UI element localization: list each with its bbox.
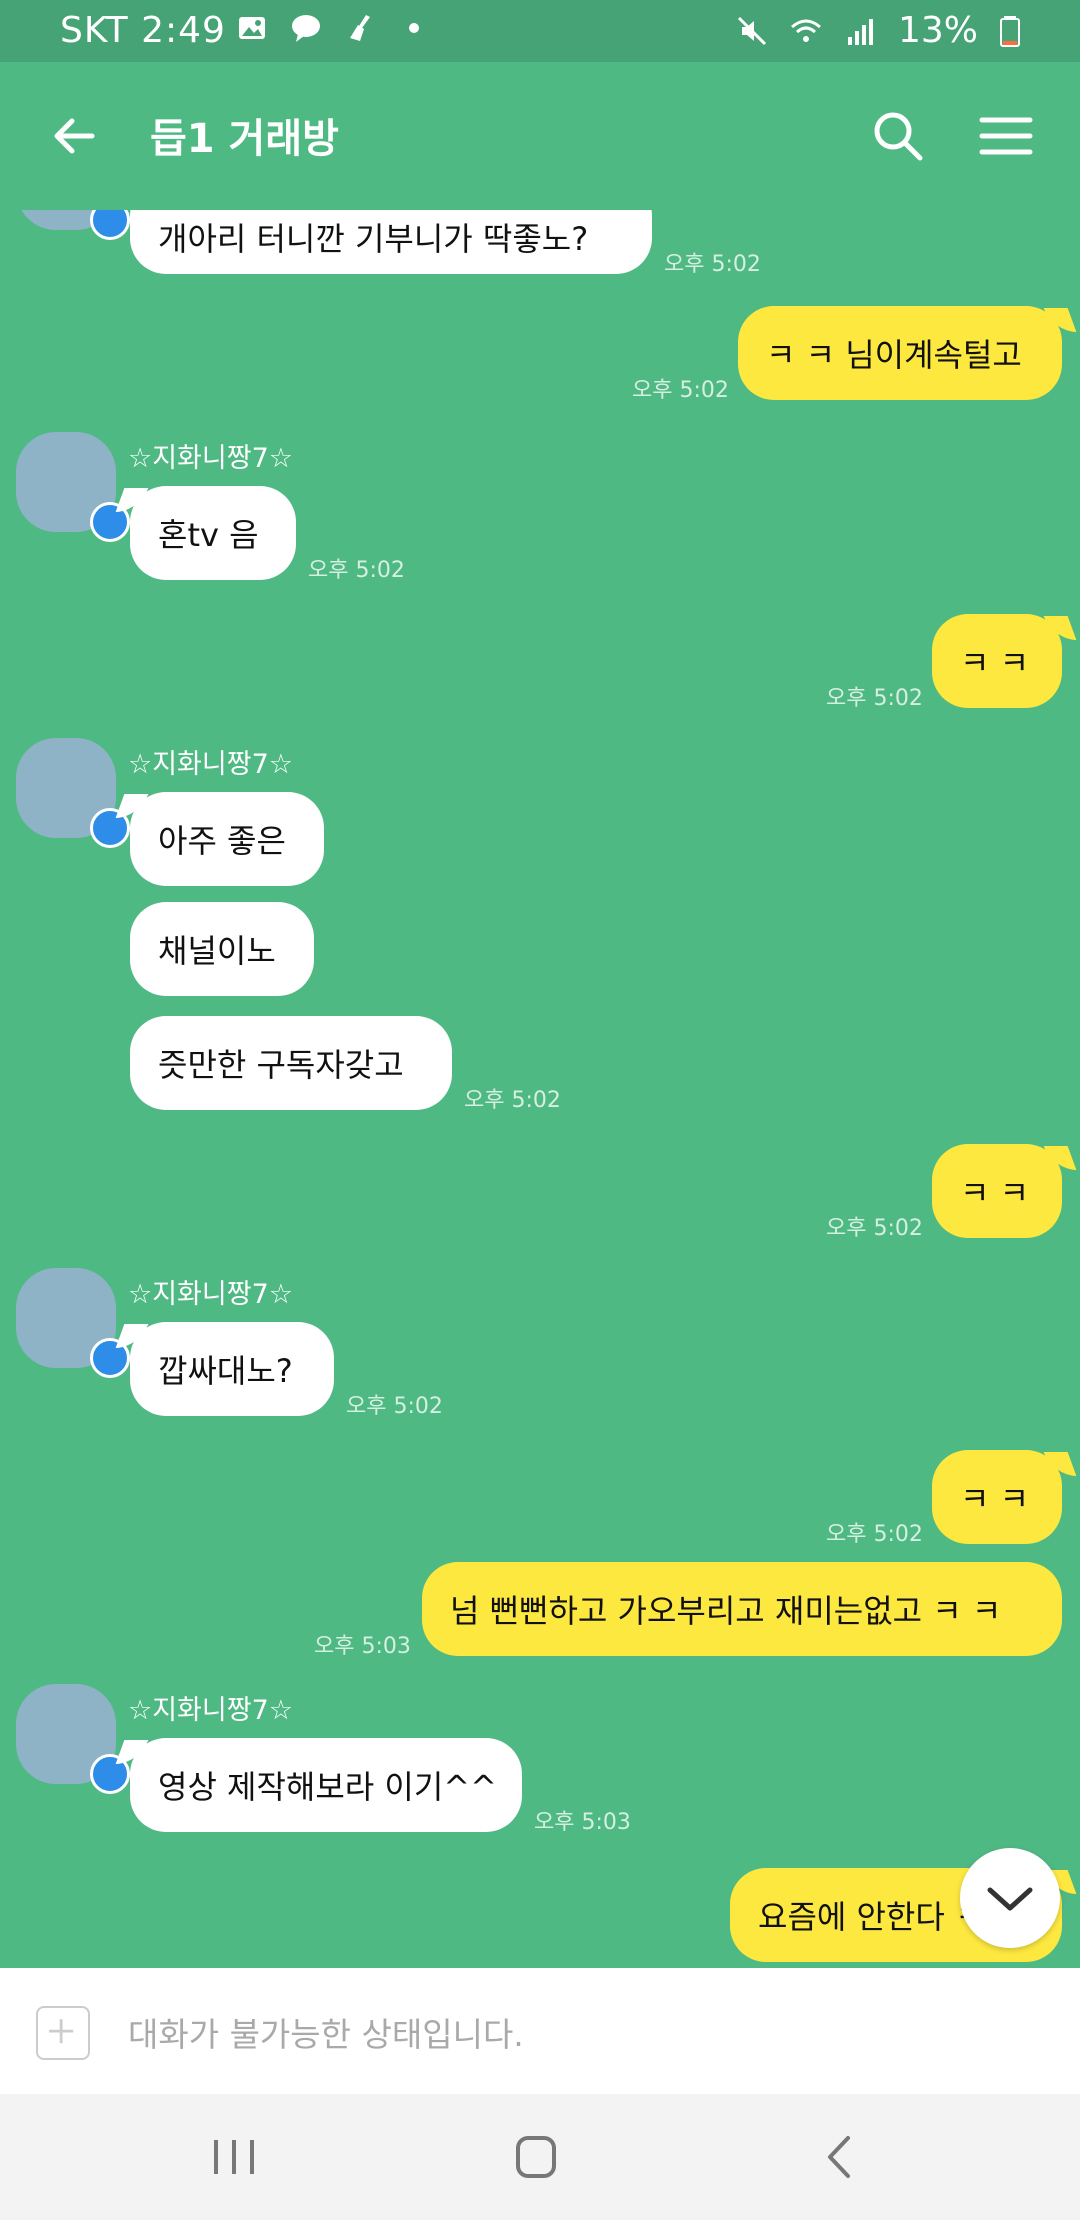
message-bubble-received[interactable]: 아주 좋은 [130,792,324,886]
message-text: 깝싸대노? [158,1352,293,1390]
avatar[interactable] [16,1684,130,1794]
chat-messages[interactable]: 개아리 터니깐 기부니가 딱좋노? 오후 5:02 ㅋ ㅋ 님이계속털고 오후 … [0,210,1080,1968]
message-text: ㅋ ㅋ [960,644,1030,682]
notification-icons [236,12,430,44]
message-text: 넘 뻔뻔하고 가오부리고 재미는없고 ㅋ ㅋ [450,1592,1002,1630]
message-text: 혼tv 음 [158,516,259,554]
message-time: 오후 5:02 [664,252,761,277]
back-nav-icon[interactable] [800,2124,880,2190]
message-text: 아주 좋은 [158,822,286,860]
message-text: ㅋ ㅋ [960,1174,1030,1212]
message-time: 오후 5:02 [308,558,405,583]
chat-header: 듭1 거래방 [0,62,1080,210]
message-text: 영상 제작해보라 이기^^ [158,1768,497,1806]
message-time: 오후 5:02 [346,1394,443,1419]
message-bubble-sent[interactable]: ㅋ ㅋ 님이계속털고 [738,306,1062,400]
message-bubble-received[interactable]: 영상 제작해보라 이기^^ [130,1738,522,1832]
dot-icon [409,23,419,33]
status-carrier-time: SKT 2:49 [60,10,226,51]
message-time: 오후 5:02 [826,686,923,711]
message-bubble-sent[interactable]: ㅋ ㅋ [932,1450,1062,1544]
message-bubble-received[interactable]: 개아리 터니깐 기부니가 딱좋노? [130,210,652,274]
battery-percent: 13% [897,10,978,51]
message-text: ㅋ ㅋ 님이계속털고 [766,336,1022,374]
message-time: 오후 5:02 [464,1088,561,1113]
message-bubble-received[interactable]: 깝싸대노? [130,1322,334,1416]
sender-name: ☆지화니짱7☆ [128,1279,293,1310]
message-time: 오후 5:02 [632,378,729,403]
avatar[interactable] [16,738,130,848]
message-time: 오후 5:02 [826,1522,923,1547]
message-bubble-sent[interactable]: ㅋ ㅋ [932,1144,1062,1238]
image-icon [239,17,265,39]
message-bubble-received[interactable]: 채널이노 [130,902,314,996]
crown-badge-icon [90,210,130,240]
message-bubble-received[interactable]: 혼tv 음 [130,486,296,580]
avatar[interactable] [16,1268,130,1378]
message-input-bar: 대화가 불가능한 상태입니다. [0,1968,1080,2094]
message-time: 오후 5:03 [534,1810,631,1835]
message-text: 채널이노 [158,932,276,970]
chat-disabled-message: 대화가 불가능한 상태입니다. [128,2015,524,2054]
message-text: 즛만한 구독자갖고 [158,1046,404,1084]
chevron-down-icon [987,1887,1033,1911]
message-time: 오후 5:03 [314,1634,411,1659]
back-arrow-icon[interactable] [44,106,104,166]
avatar[interactable] [16,210,130,240]
chat-room-title: 듭1 거래방 [150,116,339,162]
recent-apps-icon[interactable] [194,2124,274,2190]
system-navigation-bar [0,2094,1080,2220]
sender-name: ☆지화니짱7☆ [128,1695,293,1726]
message-text: 개아리 터니깐 기부니가 딱좋노? [158,220,589,258]
avatar[interactable] [16,432,130,542]
mute-icon [737,16,767,45]
wifi-icon [791,19,821,42]
sender-name: ☆지화니짱7☆ [128,443,293,474]
message-text: ㅋ ㅋ [960,1480,1030,1518]
hamburger-menu-icon[interactable] [976,106,1036,166]
attach-plus-button[interactable] [36,2006,90,2060]
message-bubble-sent[interactable]: 넘 뻔뻔하고 가오부리고 재미는없고 ㅋ ㅋ [422,1562,1062,1656]
scroll-to-bottom-button[interactable] [960,1848,1060,1948]
sender-name: ☆지화니짱7☆ [128,749,293,780]
talk-icon [292,15,320,42]
signal-icon [847,18,873,45]
search-icon[interactable] [868,106,928,166]
message-bubble-sent[interactable]: ㅋ ㅋ [932,614,1062,708]
message-time: 오후 5:02 [826,1216,923,1241]
message-bubble-received[interactable]: 즛만한 구독자갖고 [130,1016,452,1110]
home-icon[interactable] [496,2124,576,2190]
battery-icon [1000,15,1020,47]
system-status-icons: 13% [736,10,1020,51]
status-bar: SKT 2:49 13% [0,0,1080,62]
broom-icon [350,15,370,41]
plus-icon [49,2019,74,2044]
